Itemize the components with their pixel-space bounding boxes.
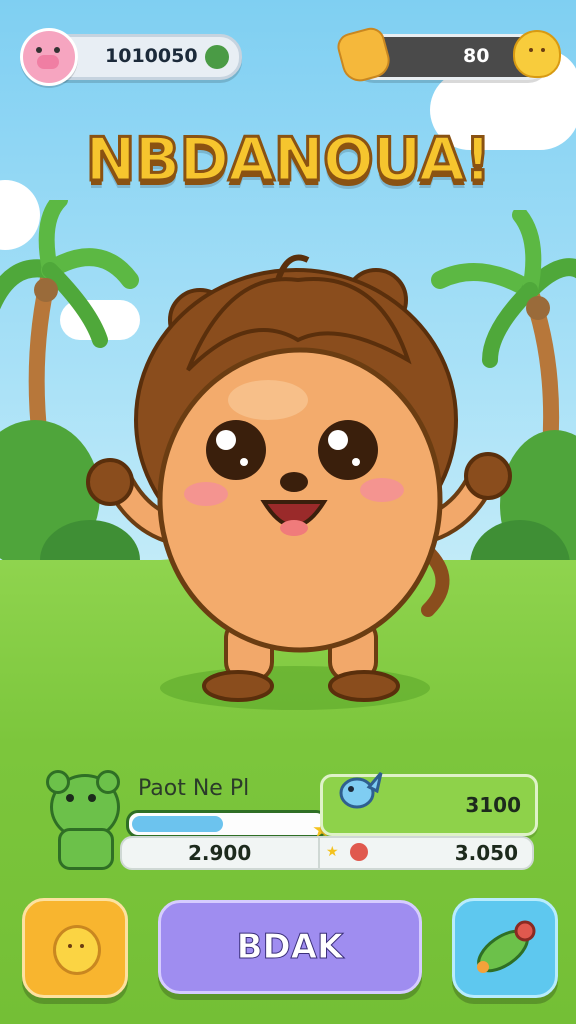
seed-icon: [350, 843, 368, 861]
lemon-face-icon: [513, 30, 561, 78]
stat-bottom-right-value: 3.050: [454, 841, 518, 865]
xp-progress-fill: [132, 816, 224, 832]
add-coins-icon[interactable]: [205, 45, 229, 69]
game-title: NBDANOUA!: [84, 124, 493, 197]
piggy-bank-icon: [20, 28, 78, 86]
stat-top-value: 3100: [465, 793, 521, 817]
main-action-label: BDAK: [236, 927, 344, 968]
monster-avatar[interactable]: [46, 770, 120, 870]
cucumber-icon: [477, 920, 536, 973]
pet-character[interactable]: [78, 250, 518, 710]
coin-value: 1010050: [105, 45, 198, 67]
cucumber-button[interactable]: [452, 898, 558, 998]
energy-value: 80: [463, 45, 490, 67]
stat-box-top[interactable]: 3100: [320, 772, 538, 836]
stats-strip: 2.900 ★ 3.050: [120, 836, 534, 870]
game-scene: 1010050 80 NBDANOUA! Paot Ne Pl ★ 3100: [0, 0, 576, 1024]
xp-progress-bar: [126, 810, 328, 838]
small-star-icon: ★: [326, 844, 339, 860]
lemon-button[interactable]: [22, 898, 128, 998]
stat-bottom-left-value: 2.900: [188, 841, 252, 865]
fish-icon: [339, 772, 383, 809]
pet-name: Paot Ne Pl: [138, 776, 250, 801]
lemon-face-icon: [53, 925, 101, 975]
main-action-button[interactable]: BDAK: [158, 900, 422, 994]
